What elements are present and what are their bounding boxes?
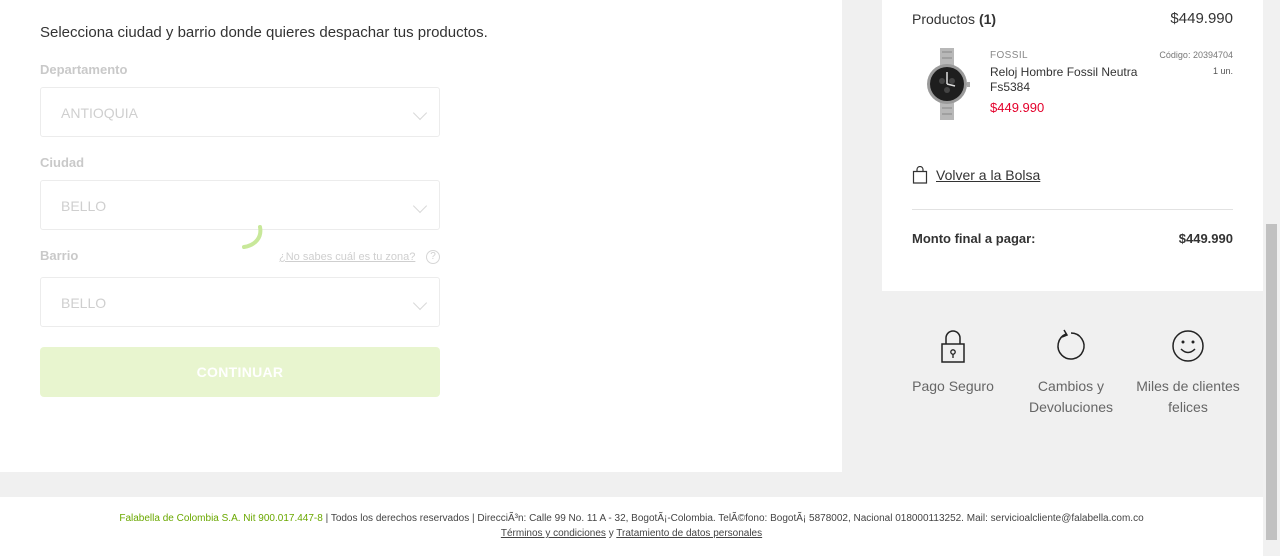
product-image[interactable] (922, 48, 972, 120)
footer-links-line: Términos y condiciones y Tratamiento de … (0, 528, 1263, 539)
trust-happy-label: Miles de clientes felices (1136, 378, 1240, 415)
return-arrow-icon (1057, 329, 1085, 360)
product-price: $449.990 (990, 100, 1045, 115)
zone-help-link[interactable]: ¿No sabes cuál es tu zona? (279, 251, 415, 263)
privacy-link[interactable]: Tratamiento de datos personales (616, 528, 762, 539)
page-scrollbar[interactable] (1263, 0, 1280, 556)
final-amount-label: Monto final a pagar: (912, 231, 1036, 246)
trust-happy-clients: Miles de clientes felices (1133, 328, 1243, 418)
product-name[interactable]: Reloj Hombre Fossil Neutra Fs5384 (990, 65, 1140, 95)
final-amount-value: $449.990 (1178, 231, 1233, 246)
footer-separator: | (472, 513, 475, 524)
shipping-form-panel: Selecciona ciudad y barrio donde quieres… (0, 0, 842, 472)
footer-and: y (608, 528, 614, 539)
back-to-bag-label: Volver a la Bolsa (936, 167, 1041, 183)
footer-company: Falabella de Colombia S.A. Nit 900.017.4… (119, 513, 323, 524)
products-label: Productos (912, 11, 976, 27)
department-select[interactable]: ANTIOQUIA (40, 87, 440, 137)
products-count: (1) (978, 11, 997, 27)
neighborhood-select[interactable]: BELLO (40, 277, 440, 327)
product-brand: FOSSIL (990, 50, 1028, 61)
page-footer: Falabella de Colombia S.A. Nit 900.017.4… (0, 497, 1263, 556)
terms-link[interactable]: Términos y condiciones (501, 528, 606, 539)
neighborhood-value: BELLO (61, 295, 107, 311)
footer-rights: Todos los derechos reservados (330, 513, 470, 524)
product-quantity: 1 un. (1212, 66, 1233, 76)
chevron-down-icon (412, 105, 428, 121)
products-header: Productos (1) (912, 11, 996, 27)
back-to-bag-link[interactable]: Volver a la Bolsa (912, 166, 1040, 184)
loading-spinner-icon (242, 225, 263, 249)
trust-returns-label: Cambios y Devoluciones (1028, 378, 1114, 415)
department-value: ANTIOQUIA (61, 105, 139, 121)
cart-summary-panel: Productos (1) $449.990 FOSSIL Reloj Homb… (882, 0, 1263, 291)
help-icon[interactable]: ? (426, 250, 440, 264)
neighborhood-label: Barrio (40, 248, 79, 263)
smiley-face-icon (1172, 330, 1204, 362)
footer-info-line: Falabella de Colombia S.A. Nit 900.017.4… (0, 513, 1263, 524)
trust-returns: Cambios y Devoluciones (1016, 328, 1126, 418)
footer-address: DirecciÃ³n: Calle 99 No. 11 A - 32, Bogo… (477, 513, 1144, 524)
lock-icon (941, 330, 965, 363)
products-total: $449.990 (1170, 10, 1233, 27)
chevron-down-icon (412, 295, 428, 311)
form-intro: Selecciona ciudad y barrio donde quieres… (40, 24, 488, 41)
trust-secure-payment: Pago Seguro (898, 328, 1008, 397)
summary-divider (912, 209, 1233, 210)
chevron-down-icon (412, 198, 428, 214)
product-code: Código: 20394704 (1159, 50, 1233, 60)
department-label: Departamento (40, 62, 128, 77)
footer-separator: | (325, 513, 329, 524)
shopping-bag-icon (912, 166, 928, 184)
city-label: Ciudad (40, 155, 85, 170)
continue-button[interactable]: CONTINUAR (40, 347, 440, 397)
city-value: BELLO (61, 198, 107, 214)
scrollbar-thumb[interactable] (1266, 224, 1277, 540)
trust-secure-label: Pago Seguro (912, 378, 994, 394)
